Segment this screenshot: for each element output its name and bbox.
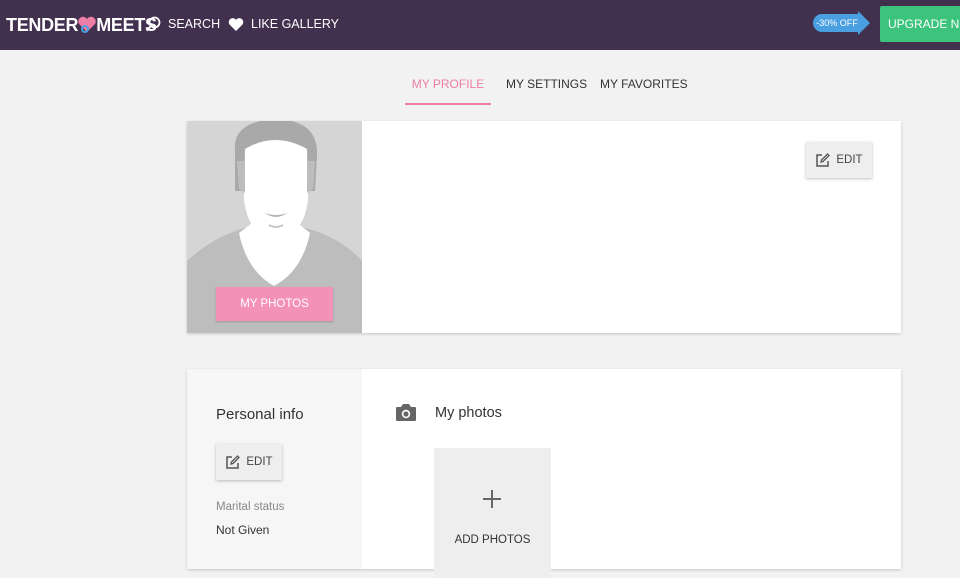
edit-icon: [816, 152, 831, 167]
edit-icon: [226, 454, 241, 469]
my-photos-title: My photos: [435, 405, 502, 421]
profile-edit-button[interactable]: EDIT: [806, 142, 872, 178]
add-photos-button[interactable]: ADD PHOTOS: [434, 448, 551, 578]
search-icon: [145, 16, 161, 32]
my-photos-button[interactable]: MY PHOTOS: [216, 287, 333, 321]
heart-icon: [228, 17, 244, 31]
top-navbar: TENDER MEETS SEARCH LIKE GALLERY -30% OF…: [0, 0, 960, 50]
marital-status-value: Not Given: [216, 523, 270, 537]
plus-icon: [483, 490, 501, 508]
nav-search[interactable]: SEARCH: [145, 14, 220, 34]
nav-like-gallery[interactable]: LIKE GALLERY: [228, 14, 339, 34]
tab-my-profile[interactable]: MY PROFILE: [405, 77, 491, 105]
personal-info-panel: Personal info EDIT Marital status Not Gi…: [187, 369, 362, 569]
discount-label: -30% OFF: [816, 18, 858, 28]
nav-like-gallery-label: LIKE GALLERY: [251, 17, 340, 31]
logo-text-left: TENDER: [6, 14, 79, 35]
personal-info-edit-label: EDIT: [246, 456, 273, 468]
marital-status-label: Marital status: [216, 501, 285, 513]
upgrade-now-button[interactable]: UPGRADE NOW: [880, 6, 960, 42]
profile-card: MY PHOTOS EDIT: [187, 121, 901, 333]
heart-ring-icon: [77, 16, 97, 34]
profile-edit-label: EDIT: [836, 154, 863, 166]
personal-info-edit-button[interactable]: EDIT: [216, 444, 282, 480]
tab-my-settings[interactable]: MY SETTINGS: [506, 77, 587, 103]
camera-icon: [396, 404, 416, 421]
add-photos-label: ADD PHOTOS: [454, 534, 531, 546]
tab-my-favorites[interactable]: MY FAVORITES: [600, 77, 688, 103]
personal-info-title: Personal info: [216, 406, 304, 423]
discount-badge[interactable]: -30% OFF: [812, 11, 870, 35]
site-logo[interactable]: TENDER MEETS: [6, 13, 157, 37]
nav-search-label: SEARCH: [168, 17, 221, 31]
personal-info-card: Personal info EDIT Marital status Not Gi…: [187, 369, 901, 578]
avatar: MY PHOTOS: [187, 121, 362, 333]
